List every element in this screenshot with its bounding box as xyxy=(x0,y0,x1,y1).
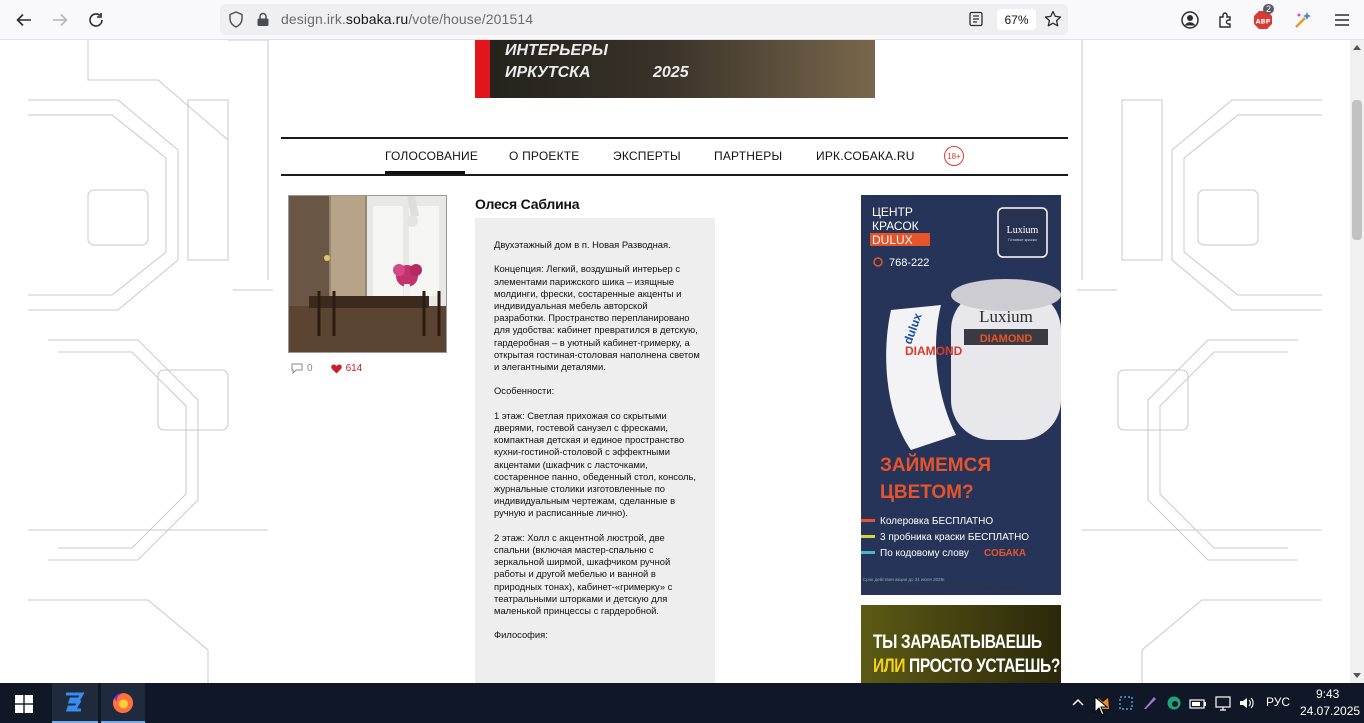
project-thumbnail[interactable] xyxy=(288,195,447,353)
banner-line1: ИНТЕРЬЕРЫ xyxy=(505,42,608,59)
nav-item-about[interactable]: О ПРОЕКТЕ xyxy=(509,149,580,163)
tray-time[interactable]: 9:43 xyxy=(1316,687,1339,701)
tray-screenshot-icon[interactable] xyxy=(1118,695,1134,711)
taskbar-app-1[interactable] xyxy=(52,683,98,723)
description-paragraph: Концепция: Легкий, воздушный интерьер с … xyxy=(494,263,700,373)
entry-stats: 0 614 xyxy=(291,363,362,374)
ad-headline-line1: ЗАЙМЕМСЯ xyxy=(880,454,991,476)
ad-fineprint: Срок действия акции до 31 июля 2025г. xyxy=(863,576,945,582)
scroll-up-icon xyxy=(1353,45,1361,50)
extensions-puzzle-icon[interactable] xyxy=(1213,7,1239,33)
nav-item-voting[interactable]: ГОЛОСОВАНИЕ xyxy=(385,149,478,163)
ad2-text: ТЫ ЗАРАБАТЫВАЕШЬ ИЛИ ПРОСТО УСТАЕШЬ? xyxy=(873,631,1060,679)
url-domain: sobaka.ru xyxy=(345,11,409,27)
comment-icon[interactable] xyxy=(291,363,303,374)
bullet-marker xyxy=(861,519,875,522)
description-paragraph: Философия: xyxy=(494,629,548,641)
account-icon[interactable] xyxy=(1177,7,1203,33)
luxium-logo-text: Luxium xyxy=(1007,225,1039,236)
scroll-thumb[interactable] xyxy=(1352,100,1362,240)
age-rating-badge: 18+ xyxy=(944,146,964,166)
windows-taskbar: РУС 9:43 24.07.2025 xyxy=(0,683,1364,723)
sparkle-extension-icon[interactable] xyxy=(1290,7,1316,33)
tray-pen-icon[interactable] xyxy=(1142,695,1158,711)
ad-brand-line1: ЦЕНТР xyxy=(872,205,913,219)
ad-phone: 768-222 xyxy=(889,257,929,269)
url-text[interactable]: design.irk.sobaka.ru/vote/house/201514 xyxy=(281,11,533,27)
description-paragraph: Особенности: xyxy=(494,385,555,397)
luxium-logo-sub: Готовые краски xyxy=(1008,237,1037,242)
url-prefix: design.irk. xyxy=(281,11,346,27)
bookmark-star-icon[interactable] xyxy=(1044,10,1062,28)
mouse-cursor-icon xyxy=(1094,696,1108,716)
nav-item-partners[interactable]: ПАРТНЕРЫ xyxy=(714,149,782,163)
ad2-line2-highlight: ИЛИ xyxy=(873,656,906,677)
like-count: 614 xyxy=(345,363,363,374)
tray-volume-icon[interactable] xyxy=(1238,695,1256,711)
windows-start-icon[interactable] xyxy=(15,695,33,713)
adblock-label: ABP xyxy=(1256,18,1271,26)
dulux-ad[interactable]: ЦЕНТР КРАСОК DULUX 768-222 Luxium Готовы… xyxy=(861,195,1061,595)
bullet-marker xyxy=(861,535,875,538)
nav-item-experts[interactable]: ЭКСПЕРТЫ xyxy=(613,149,681,163)
tray-battery-icon[interactable] xyxy=(1189,695,1207,711)
ad-headline-line2: ЦВЕТОМ? xyxy=(880,482,974,503)
ad-keyword: СОБАКА xyxy=(984,548,1026,559)
ad2-line2-rest: ПРОСТО УСТАЕШЬ? xyxy=(909,656,1060,677)
nav-item-site[interactable]: ИРК.СОБАКА.RU xyxy=(816,149,915,163)
second-ad[interactable]: ТЫ ЗАРАБАТЫВАЕШЬ ИЛИ ПРОСТО УСТАЕШЬ? xyxy=(861,605,1061,683)
bullet-marker xyxy=(861,551,875,554)
nav-top-divider xyxy=(281,137,1068,139)
banner-red-stripe xyxy=(475,40,490,98)
ad-brand-line3: DULUX xyxy=(872,233,913,247)
page-viewport: ИНТЕРЬЕРЫ ИРКУТСКА 2025 ГОЛОСОВАНИЕ О ПР… xyxy=(0,40,1350,683)
tray-network-icon[interactable] xyxy=(1214,695,1232,711)
project-description: Двухэтажный дом в п. Новая Разводная. Ко… xyxy=(475,218,715,683)
ad-bullet-1: Колеровка БЕСПЛАТНО xyxy=(880,516,993,527)
forward-arrow-icon[interactable] xyxy=(47,7,73,33)
can-brand: Luxium xyxy=(979,307,1033,326)
ad-brand-line2: КРАСОК xyxy=(872,219,919,233)
author-name: Олеся Саблина xyxy=(475,196,580,212)
zoom-level-button[interactable]: 67% xyxy=(997,9,1036,30)
heart-icon[interactable] xyxy=(330,364,342,374)
tray-language[interactable]: РУС xyxy=(1266,695,1290,709)
reader-view-icon[interactable] xyxy=(968,11,984,27)
tracking-shield-icon[interactable] xyxy=(228,11,244,28)
ad-bullet-3: По кодовому слову xyxy=(880,548,969,559)
banner-year: 2025 xyxy=(653,64,689,81)
browser-toolbar: design.irk.sobaka.ru/vote/house/201514 6… xyxy=(0,0,1364,40)
adblock-count-badge: 2 xyxy=(1263,4,1275,14)
ad2-line1: ТЫ ЗАРАБАТЫВАЕШЬ xyxy=(873,632,1042,653)
tray-expand-icon[interactable] xyxy=(1072,697,1084,707)
banner-line2: ИРКУТСКА xyxy=(505,64,591,81)
ad-caption: РЕКЛАМА ИП Садовская Ю.А. ИНН 3821053471… xyxy=(861,585,1024,591)
scroll-down-icon xyxy=(1353,673,1361,678)
hamburger-menu-icon[interactable] xyxy=(1329,7,1355,33)
address-bar[interactable]: design.irk.sobaka.ru/vote/house/201514 6… xyxy=(220,4,1068,35)
description-paragraph: Двухэтажный дом в п. Новая Разводная. xyxy=(494,239,671,250)
reload-icon[interactable] xyxy=(83,7,109,33)
lock-icon[interactable] xyxy=(256,12,270,27)
ad-bullet-2: 3 пробника краски БЕСПЛАТНО xyxy=(880,531,1029,543)
app-b-icon xyxy=(65,692,85,712)
tray-edge-icon[interactable] xyxy=(1166,695,1182,711)
comment-count: 0 xyxy=(307,363,313,374)
can-product: DIAMOND xyxy=(980,333,1033,345)
description-paragraph: 2 этаж: Холл с акцентной люстрой, две сп… xyxy=(494,531,673,617)
tray-date[interactable]: 24.07.2025 xyxy=(1300,704,1360,718)
ad2-line2: ИЛИ ПРОСТО УСТАЕШЬ? xyxy=(873,655,1060,679)
can-side-product: DIAMOND xyxy=(905,344,963,358)
url-path: /vote/house/201514 xyxy=(408,11,534,27)
description-text: Двухэтажный дом в п. Новая Разводная. Ко… xyxy=(494,239,700,654)
contest-banner[interactable]: ИНТЕРЬЕРЫ ИРКУТСКА 2025 xyxy=(475,40,875,98)
firefox-icon xyxy=(113,693,133,713)
description-paragraph: 1 этаж: Светлая прихожая со скрытыми две… xyxy=(494,409,697,519)
back-arrow-icon[interactable] xyxy=(11,7,37,33)
nav-bottom-divider xyxy=(281,174,1068,176)
taskbar-firefox[interactable] xyxy=(101,683,145,723)
